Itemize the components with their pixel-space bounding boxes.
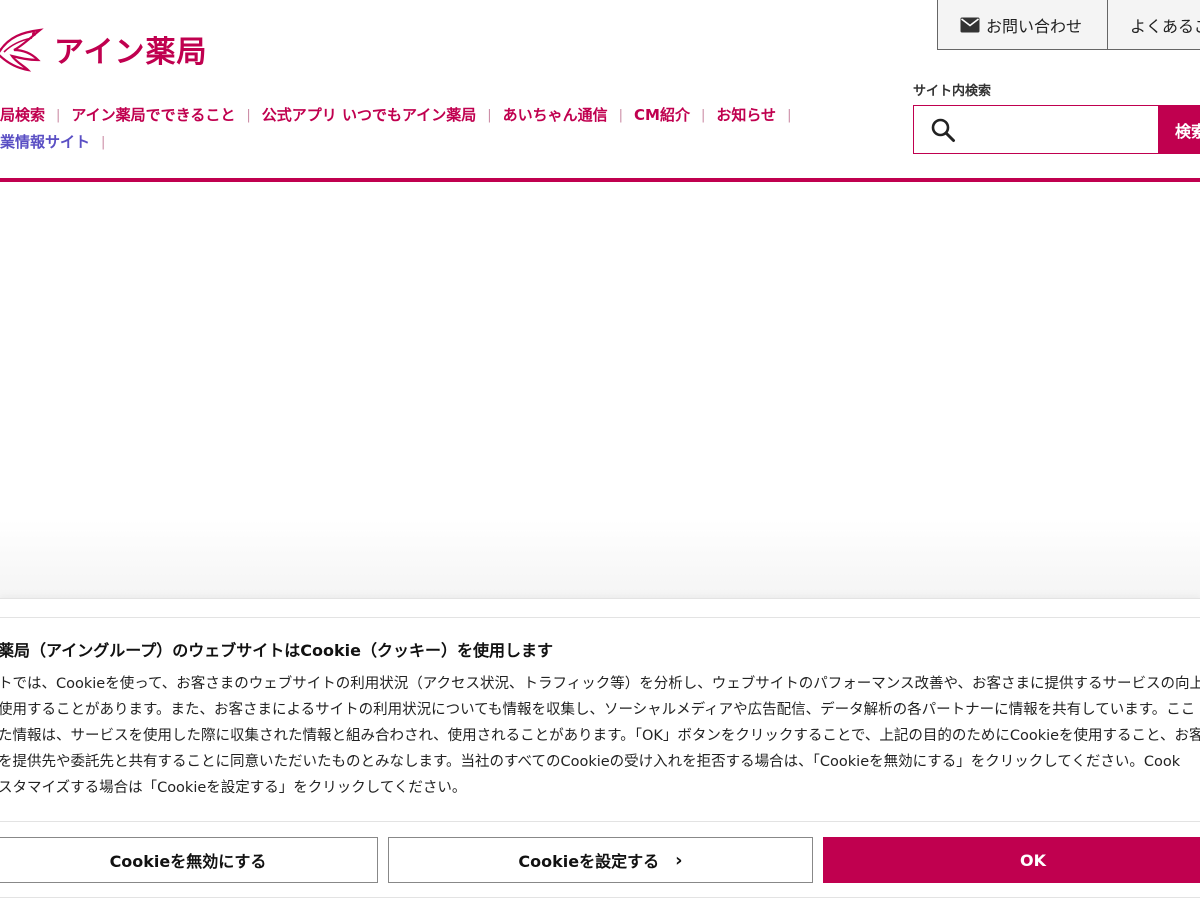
contact-label: お問い合わせ xyxy=(986,16,1083,36)
site-header: アイン薬局 お問い合わせ よくあるご 局検索 | アイン薬局でできること | 公… xyxy=(0,0,1200,182)
nav-row-2: 業情報サイト | xyxy=(0,129,840,156)
search-icon xyxy=(931,118,955,142)
nav-item-corporate-site[interactable]: 業情報サイト xyxy=(0,129,90,156)
cookie-bottom-divider xyxy=(0,897,1200,898)
nav-item-store-search[interactable]: 局検索 xyxy=(0,102,45,129)
cookie-body-line: 使用することがあります。また、お客さまによるサイトの利用状況についても情報を収集… xyxy=(0,702,1196,718)
search-box xyxy=(913,105,1159,154)
nav-separator: | xyxy=(56,108,61,123)
nav-separator: | xyxy=(487,108,492,123)
accept-cookies-button[interactable]: OK xyxy=(823,837,1200,883)
header-divider xyxy=(0,178,1200,182)
nav-item-official-app[interactable]: 公式アプリ いつでもアイン薬局 xyxy=(262,102,476,129)
cookie-settings-label: Cookieを設定する xyxy=(518,852,660,871)
global-nav: 局検索 | アイン薬局でできること | 公式アプリ いつでもアイン薬局 | あい… xyxy=(0,102,840,156)
nav-item-newsletter[interactable]: あいちゃん通信 xyxy=(503,102,608,129)
search-label: サイト内検索 xyxy=(913,84,992,99)
cookie-body-line: トでは、Cookieを使って、お客さまのウェブサイトの利用状況（アクセス状況、ト… xyxy=(0,676,1200,692)
logo-text: アイン薬局 xyxy=(54,35,208,70)
cookie-banner: 薬局（アイングループ）のウェブサイトはCookie（クッキー）を使用します トで… xyxy=(0,598,1200,900)
accept-cookies-label: OK xyxy=(1020,850,1046,870)
utility-links: お問い合わせ よくあるご xyxy=(937,0,1200,50)
nav-item-services[interactable]: アイン薬局でできること xyxy=(71,102,235,129)
cookie-title: 薬局（アイングループ）のウェブサイトはCookie（クッキー）を使用します xyxy=(0,641,553,660)
cookie-body-line: を提供先や委託先と共有することに同意いただいたものとみなします。当社のすべてのC… xyxy=(0,754,1181,770)
nav-row-1: 局検索 | アイン薬局でできること | 公式アプリ いつでもアイン薬局 | あい… xyxy=(0,102,840,129)
cookie-body: トでは、Cookieを使って、お客さまのウェブサイトの利用状況（アクセス状況、ト… xyxy=(0,671,1200,801)
site-logo[interactable]: アイン薬局 xyxy=(0,24,208,74)
nav-separator: | xyxy=(787,108,792,123)
faq-label: よくあるご xyxy=(1130,16,1200,36)
bird-logo-icon xyxy=(0,28,44,72)
nav-separator: | xyxy=(101,135,106,150)
search-button[interactable]: 検索 xyxy=(1158,105,1200,154)
chevron-right-icon: › xyxy=(675,849,683,871)
cookie-body-line: た情報は、サービスを使用した際に収集された情報と組み合わされ、使用されることがあ… xyxy=(0,728,1200,744)
nav-separator: | xyxy=(700,108,706,123)
faq-button[interactable]: よくあるご xyxy=(1108,0,1200,50)
search-input[interactable] xyxy=(956,106,1158,153)
nav-separator: | xyxy=(246,108,251,123)
disable-cookies-button[interactable]: Cookieを無効にする xyxy=(0,837,378,883)
disable-cookies-label: Cookieを無効にする xyxy=(109,852,267,871)
nav-separator: | xyxy=(618,108,624,123)
cookie-settings-button[interactable]: Cookieを設定する › xyxy=(388,837,813,883)
content-fade xyxy=(0,520,1200,600)
contact-button[interactable]: お問い合わせ xyxy=(937,0,1108,50)
mail-icon xyxy=(960,17,980,32)
nav-item-news[interactable]: お知らせ xyxy=(716,102,776,129)
cookie-divider xyxy=(0,821,1200,822)
cookie-top-divider xyxy=(0,617,1200,618)
nav-item-cm[interactable]: CM紹介 xyxy=(634,102,690,129)
cookie-body-line: スタマイズする場合は「Cookieを設定する」をクリックしてください。 xyxy=(0,780,467,796)
